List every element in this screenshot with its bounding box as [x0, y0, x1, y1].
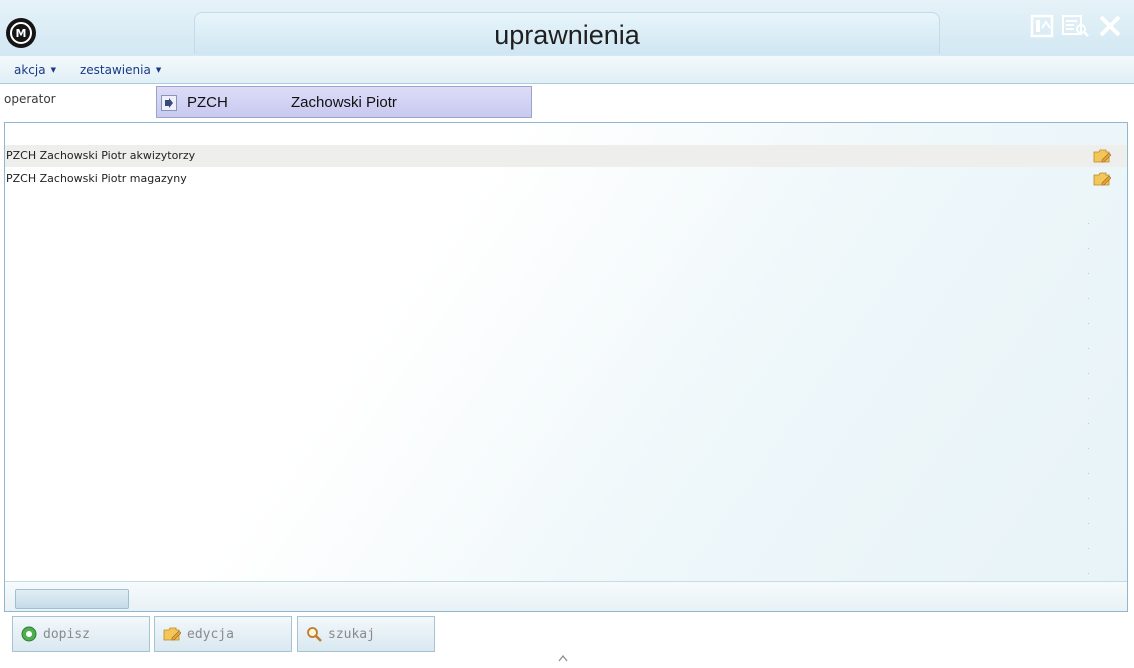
folder-edit-icon[interactable]: [1093, 172, 1111, 186]
close-icon[interactable]: [1098, 14, 1122, 38]
search-icon: [307, 627, 322, 642]
folder-edit-icon: [163, 627, 181, 641]
window-titlebar: M uprawnienia: [0, 0, 1134, 56]
export-icon[interactable]: [1030, 14, 1054, 38]
lookup-arrow-icon[interactable]: [161, 95, 177, 111]
menu-akcja-label: akcja: [14, 63, 46, 77]
menu-zestawienia[interactable]: zestawienia ▼: [80, 63, 161, 77]
add-icon: [21, 626, 37, 642]
logo-ring: M: [10, 22, 32, 44]
list-item-text: PZCH Zachowski Piotr akwizytorzy: [6, 149, 196, 162]
list-item[interactable]: PZCH Zachowski Piotr akwizytorzy: [5, 145, 1127, 167]
edit-button[interactable]: edycja: [154, 616, 292, 652]
horizontal-scrollbar[interactable]: [5, 581, 1127, 611]
caret-down-icon: ▼: [50, 66, 56, 74]
scrollbar-thumb[interactable]: [15, 589, 129, 609]
add-button[interactable]: dopisz: [12, 616, 150, 652]
app-logo-icon[interactable]: M: [6, 18, 36, 48]
list-item[interactable]: PZCH Zachowski Piotr magazyny: [5, 168, 1127, 190]
add-button-label: dopisz: [43, 626, 90, 642]
logo-letter: M: [15, 26, 27, 40]
grid-divider: [1088, 223, 1089, 579]
cursor-icon: [558, 655, 568, 662]
search-button[interactable]: szukaj: [297, 616, 435, 652]
edit-button-label: edycja: [187, 626, 234, 642]
menu-akcja[interactable]: akcja ▼: [14, 63, 56, 77]
operator-name: Zachowski Piotr: [291, 94, 397, 111]
search-button-label: szukaj: [328, 626, 375, 642]
operator-field[interactable]: PZCH Zachowski Piotr: [156, 86, 532, 118]
window-title: uprawnienia: [494, 20, 640, 50]
title-tab: uprawnienia: [194, 12, 940, 54]
caret-down-icon: ▼: [155, 66, 162, 74]
operator-code: PZCH: [187, 94, 228, 111]
permissions-list: PZCH Zachowski Piotr akwizytorzy PZCH Za…: [4, 122, 1128, 612]
folder-edit-icon[interactable]: [1093, 149, 1111, 163]
menu-zestawienia-label: zestawienia: [80, 63, 151, 77]
menu-bar: akcja ▼ zestawienia ▼: [0, 56, 1134, 84]
window-controls: [1030, 14, 1122, 38]
list-item-text: PZCH Zachowski Piotr magazyny: [6, 172, 187, 185]
preview-icon[interactable]: [1062, 14, 1090, 38]
operator-label: operator: [4, 92, 56, 106]
